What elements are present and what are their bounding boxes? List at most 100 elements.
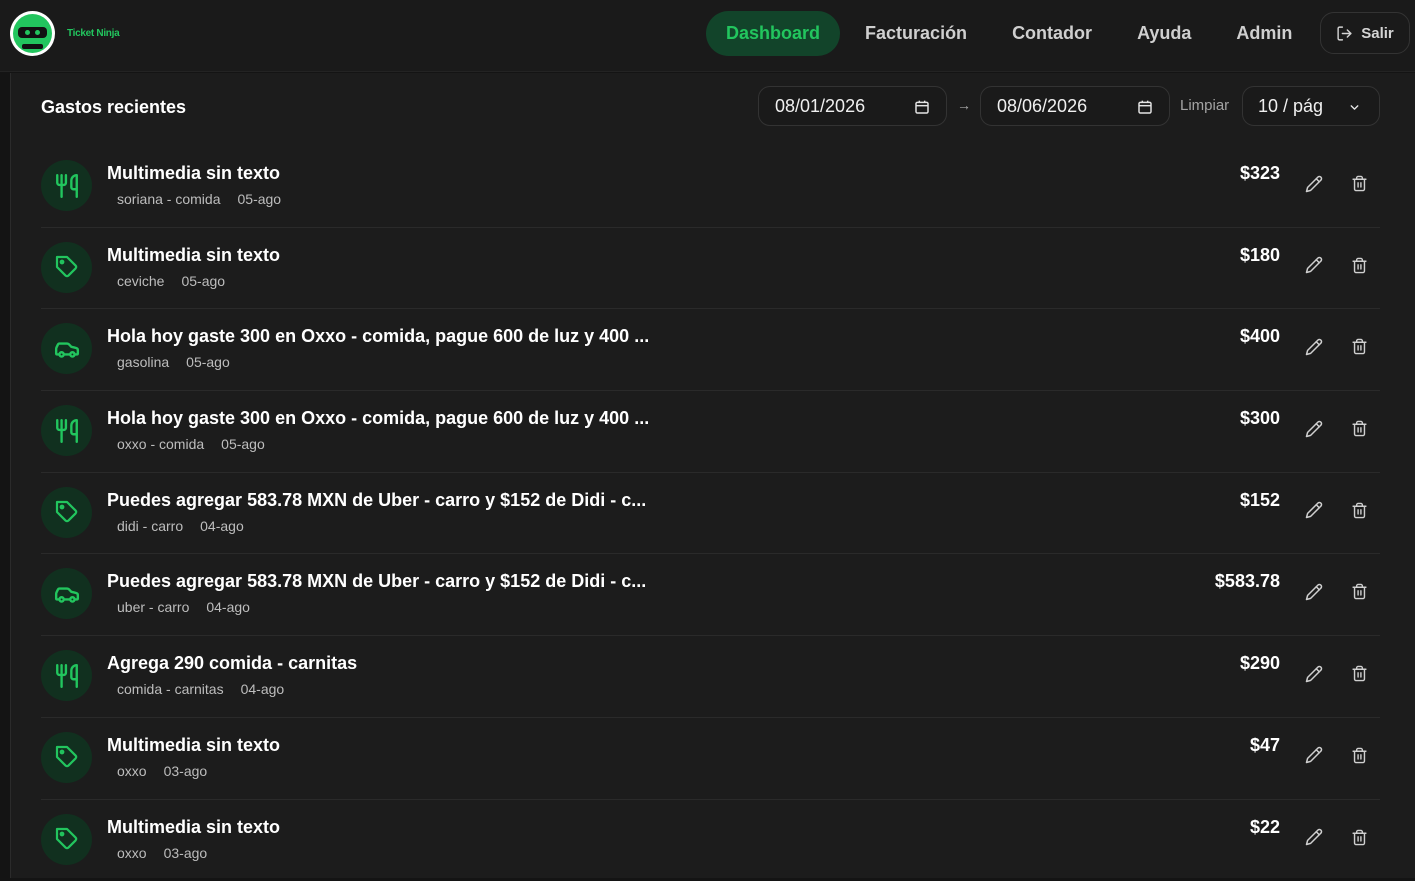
utensils-icon (41, 650, 92, 701)
tag-icon (41, 814, 92, 865)
trash-icon (1351, 502, 1368, 524)
main-nav: Dashboard Facturación Contador Ayuda Adm… (706, 11, 1317, 56)
expense-row[interactable]: Multimedia sin textoceviche05-ago$180 (41, 228, 1380, 310)
top-navbar: Ticket Ninja Dashboard Facturación Conta… (0, 0, 1415, 72)
pencil-icon (1305, 746, 1323, 769)
car-icon (41, 568, 92, 619)
recent-expenses-panel: Gastos recientes 08/01/2026 → 08/06/2026… (10, 73, 1415, 878)
delete-expense-button[interactable] (1348, 338, 1370, 360)
edit-expense-button[interactable] (1303, 583, 1325, 605)
expense-row[interactable]: Hola hoy gaste 300 en Oxxo - comida, pag… (41, 309, 1380, 391)
trash-icon (1351, 420, 1368, 442)
edit-expense-button[interactable] (1303, 257, 1325, 279)
brand-name: Ticket Ninja (67, 28, 119, 39)
nav-item-contador[interactable]: Contador (992, 11, 1112, 56)
expense-date: 05-ago (221, 436, 265, 452)
expense-date: 04-ago (200, 518, 244, 534)
date-from-input[interactable]: 08/01/2026 (758, 86, 947, 126)
pencil-icon (1305, 256, 1323, 279)
edit-expense-button[interactable] (1303, 747, 1325, 769)
expense-amount: $290 (1240, 653, 1280, 674)
expense-title: Multimedia sin texto (107, 735, 280, 756)
expense-row[interactable]: Multimedia sin texto soriana - comida 05-a… (41, 146, 1380, 228)
tag-icon (41, 242, 92, 293)
page-size-select[interactable]: 10 / pág (1242, 86, 1380, 126)
calendar-icon[interactable] (1137, 99, 1153, 115)
expense-category: gasolina (117, 354, 169, 370)
expense-amount: $323 (1240, 163, 1280, 184)
edit-expense-button[interactable] (1303, 665, 1325, 687)
expense-date: 05-ago (238, 191, 282, 207)
edit-expense-button[interactable] (1303, 338, 1325, 360)
expense-meta: comida - carnitas 04-ago (117, 681, 284, 697)
delete-expense-button[interactable] (1348, 420, 1370, 442)
ninja-logo-icon (10, 11, 55, 56)
edit-expense-button[interactable] (1303, 829, 1325, 851)
expense-date: 04-ago (241, 681, 285, 697)
page-size-value: 10 / pág (1258, 96, 1323, 117)
expense-category: ceviche (117, 273, 164, 289)
edit-expense-button[interactable] (1303, 175, 1325, 197)
expense-title: Multimedia sin texto (107, 163, 280, 184)
pencil-icon (1305, 338, 1323, 361)
expense-row[interactable]: Multimedia sin textooxxo03-ago$22 (41, 800, 1380, 881)
expense-row[interactable]: Puedes agregar 583.78 MXN de Uber - carr… (41, 554, 1380, 636)
expense-meta: didi - carro 04-ago (117, 518, 244, 534)
delete-expense-button[interactable] (1348, 502, 1370, 524)
expense-row[interactable]: Agrega 290 comida - carnitas comida - car… (41, 636, 1380, 718)
expense-category: uber - carro (117, 599, 189, 615)
expense-category: comida - carnitas (117, 681, 224, 697)
pencil-icon (1305, 420, 1323, 443)
nav-item-admin[interactable]: Admin (1216, 11, 1312, 56)
expense-meta: ceviche 05-ago (117, 273, 225, 289)
nav-item-ayuda[interactable]: Ayuda (1117, 11, 1211, 56)
delete-expense-button[interactable] (1348, 257, 1370, 279)
date-to-input[interactable]: 08/06/2026 (980, 86, 1170, 126)
edit-expense-button[interactable] (1303, 502, 1325, 524)
brand[interactable]: Ticket Ninja (10, 11, 119, 56)
delete-expense-button[interactable] (1348, 747, 1370, 769)
logout-label: Salir (1361, 25, 1394, 42)
expense-meta: gasolina 05-ago (117, 354, 230, 370)
nav-item-dashboard[interactable]: Dashboard (706, 11, 840, 56)
clear-filter-button[interactable]: Limpiar (1180, 97, 1229, 114)
nav-item-facturacion[interactable]: Facturación (845, 11, 987, 56)
edit-expense-button[interactable] (1303, 420, 1325, 442)
date-to-value: 08/06/2026 (997, 96, 1087, 117)
trash-icon (1351, 829, 1368, 851)
trash-icon (1351, 257, 1368, 279)
expense-meta: soriana - comida 05-ago (117, 191, 281, 207)
expense-title: Hola hoy gaste 300 en Oxxo - comida, pag… (107, 408, 649, 429)
trash-icon (1351, 175, 1368, 197)
delete-expense-button[interactable] (1348, 583, 1370, 605)
pencil-icon (1305, 828, 1323, 851)
expense-title: Hola hoy gaste 300 en Oxxo - comida, pag… (107, 326, 649, 347)
trash-icon (1351, 583, 1368, 605)
date-range-arrow: → (957, 97, 971, 113)
pencil-icon (1305, 583, 1323, 606)
expense-category: didi - carro (117, 518, 183, 534)
calendar-icon[interactable] (914, 99, 930, 115)
car-icon (41, 323, 92, 374)
expense-title: Agrega 290 comida - carnitas (107, 653, 357, 674)
expense-row[interactable]: Puedes agregar 583.78 MXN de Uber - carr… (41, 473, 1380, 555)
tag-icon (41, 487, 92, 538)
delete-expense-button[interactable] (1348, 829, 1370, 851)
expense-row[interactable]: Hola hoy gaste 300 en Oxxo - comida, pag… (41, 391, 1380, 473)
utensils-icon (41, 405, 92, 456)
expense-title: Multimedia sin texto (107, 817, 280, 838)
expense-date: 05-ago (186, 354, 230, 370)
expense-meta: uber - carro04-ago (117, 599, 250, 615)
expense-date: 05-ago (181, 273, 225, 289)
pencil-icon (1305, 175, 1323, 198)
delete-expense-button[interactable] (1348, 175, 1370, 197)
tag-icon (41, 732, 92, 783)
expense-meta: oxxo03-ago (117, 845, 207, 861)
date-from-value: 08/01/2026 (775, 96, 865, 117)
expense-row[interactable]: Multimedia sin textooxxo03-ago$47 (41, 718, 1380, 800)
delete-expense-button[interactable] (1348, 665, 1370, 687)
expense-category: soriana - comida (117, 191, 221, 207)
trash-icon (1351, 338, 1368, 360)
logout-button[interactable]: Salir (1320, 12, 1410, 54)
expense-amount: $152 (1240, 490, 1280, 511)
